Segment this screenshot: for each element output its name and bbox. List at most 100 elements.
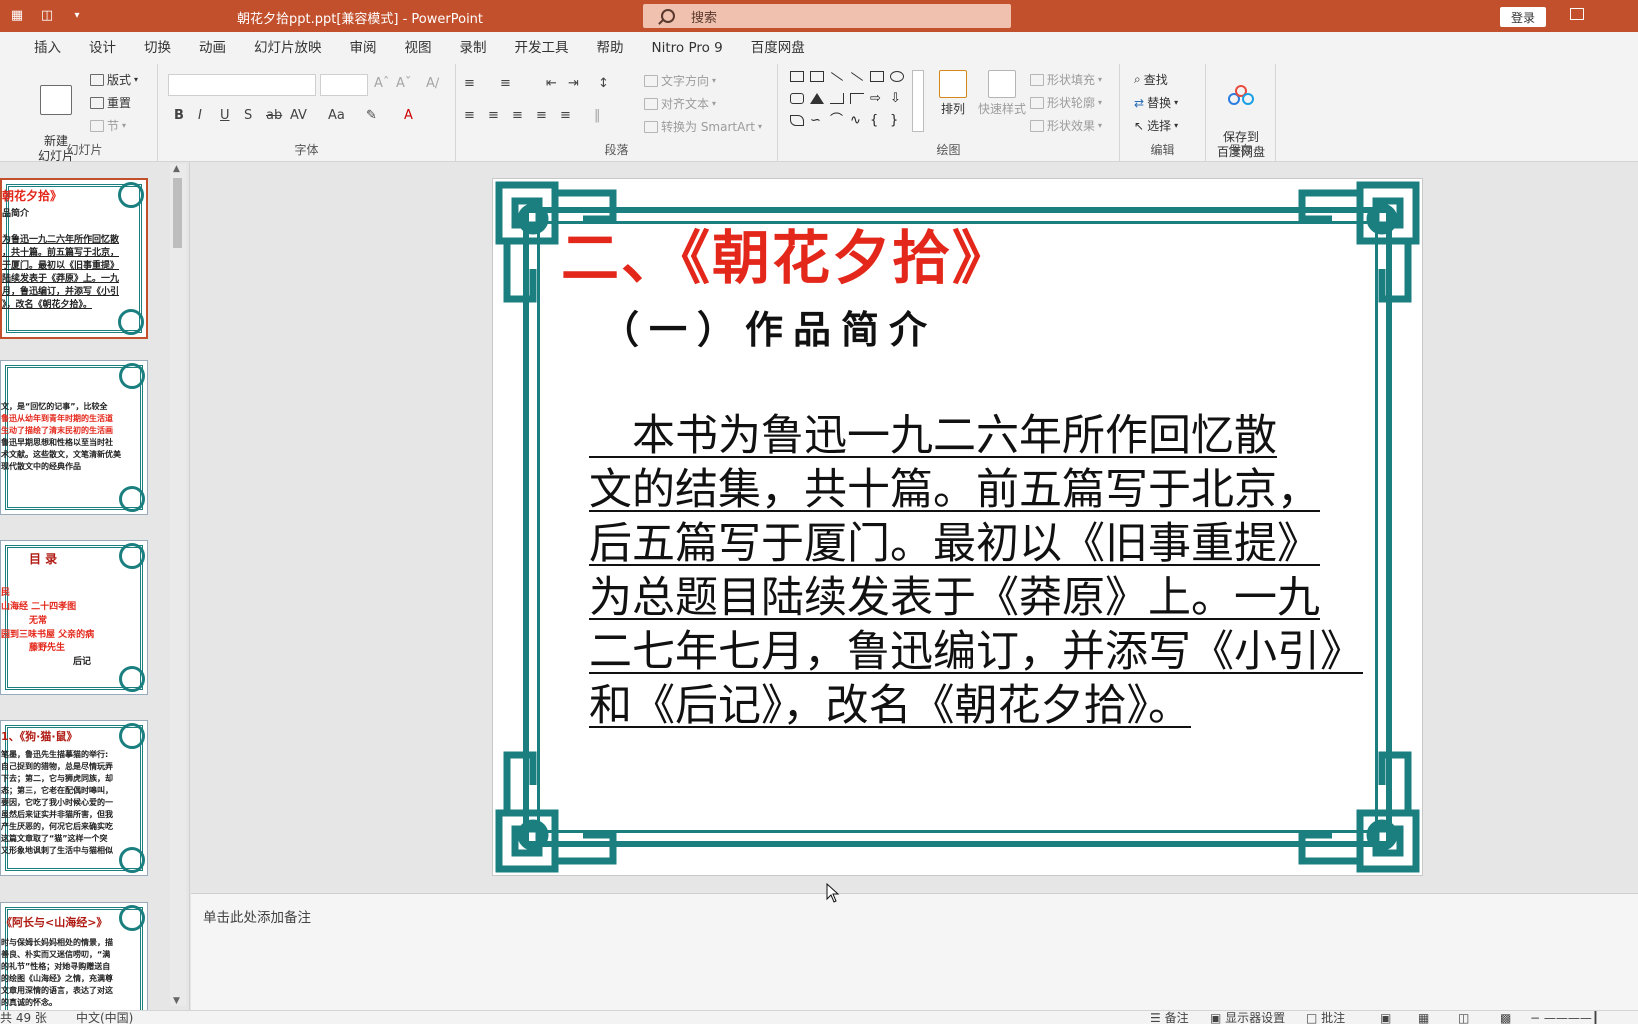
curve-shape-icon[interactable]: ∽ [810,114,824,127]
scribble-shape-icon[interactable]: ∿ [850,114,864,127]
oval-shape-icon[interactable] [890,71,904,82]
tab-record[interactable]: 录制 [446,32,501,64]
italic-icon[interactable]: I [198,108,202,123]
shape-outline-button[interactable]: 形状轮廓 ▾ [1030,94,1102,111]
tab-review[interactable]: 审阅 [336,32,391,64]
customize-qat-icon[interactable]: ▾ [68,6,86,24]
strikethrough-icon[interactable]: ab [266,108,282,123]
increase-font-icon[interactable]: Aˆ [374,76,389,91]
connector-shape-icon[interactable] [830,93,844,104]
tab-developer[interactable]: 开发工具 [501,32,583,64]
tab-design[interactable]: 设计 [75,32,130,64]
tab-help[interactable]: 帮助 [583,32,638,64]
increase-indent-icon[interactable]: ⇥ [568,76,579,91]
line-shape-icon[interactable] [830,72,844,81]
section-button[interactable]: 节 ▾ [90,117,126,134]
bullets-icon[interactable]: ≡ [464,76,475,91]
convert-smartart-button[interactable]: 转换为 SmartArt ▾ [644,118,762,135]
slide-subtitle[interactable]: （一）作品简介 [601,299,937,354]
slide-thumbnail-2[interactable]: 文，是“回忆的记事”，比较全 鲁迅从幼年到青年时期的生活道 生动了描绘了清末民初… [0,360,148,515]
comments-toggle[interactable]: □ 批注 [1306,1011,1345,1024]
scroll-up-icon[interactable]: ▲ [173,164,180,174]
text-direction-button[interactable]: 文字方向 ▾ [644,72,716,89]
arrow-down-shape-icon[interactable]: ⇩ [890,92,904,105]
quick-styles-button[interactable]: 快速样式 [974,70,1030,117]
rectangle-shape-icon[interactable] [870,71,884,82]
distributed-icon[interactable]: ≡ [560,108,571,123]
tab-slideshow[interactable]: 幻灯片放映 [240,32,336,64]
slideshow-icon[interactable]: ▩ [1500,1011,1511,1024]
elbow-shape-icon[interactable] [850,93,864,104]
notes-pane[interactable]: 单击此处添加备注 [191,893,1638,1010]
arc-shape-icon[interactable]: ⌒ [830,114,844,127]
right-brace-shape-icon[interactable]: } [890,114,904,127]
slide-body-text[interactable]: 本书为鲁迅一九二六年所作回忆散 文的结集，共十篇。前五篇写于北京， 后五篇写于厦… [589,409,1409,733]
save-icon[interactable]: ▦ [8,6,26,24]
ribbon-display-options-icon[interactable] [1570,8,1584,20]
change-case-icon[interactable]: Aa [328,108,345,123]
freeform-shape-icon[interactable] [790,115,804,126]
justify-icon[interactable]: ≡ [536,108,547,123]
columns-icon[interactable]: ‖ [594,108,601,123]
slide-thumbnail-4[interactable]: 1、《狗·猫·鼠》 笔墨，鲁迅先生描摹猫的举行: 自己捉到的猎物，总是尽情玩弄 … [0,720,148,876]
char-spacing-icon[interactable]: AV [290,108,307,123]
notes-toggle[interactable]: ☰ 备注 [1150,1011,1189,1024]
login-button[interactable]: 登录 [1500,7,1546,27]
reset-button[interactable]: 重置 [90,94,131,111]
triangle-shape-icon[interactable] [810,93,824,104]
arrange-button[interactable]: 排列 [934,70,972,117]
left-brace-shape-icon[interactable]: { [870,114,884,127]
bold-icon[interactable]: B [174,108,184,123]
normal-view-icon[interactable]: ▣ [1380,1011,1391,1024]
layout-button[interactable]: 版式 ▾ [90,71,138,88]
reading-view-icon[interactable]: ◫ [1458,1011,1469,1024]
numbering-icon[interactable]: ≡ [500,76,511,91]
find-button[interactable]: ⌕ 查找 [1134,71,1168,88]
search-box[interactable]: 搜索 [643,4,1011,28]
thumbnails-scrollbar[interactable]: ▲ ▼ [170,164,186,1006]
arrow-right-shape-icon[interactable]: ⇨ [870,92,884,105]
rounded-rect-shape-icon[interactable] [790,93,804,104]
clear-format-icon[interactable]: A∕ [426,76,439,91]
font-size-combo[interactable] [320,74,368,96]
language-indicator[interactable]: 中文(中国) [76,1011,133,1024]
slide-sorter-icon[interactable]: ▦ [1418,1011,1429,1024]
align-text-button[interactable]: 对齐文本 ▾ [644,95,716,112]
font-color-icon[interactable]: A [404,108,413,123]
textbox-shape-icon[interactable] [790,71,804,82]
tab-insert[interactable]: 插入 [20,32,75,64]
vertical-textbox-shape-icon[interactable] [810,71,824,82]
display-settings[interactable]: ▣ 显示器设置 [1210,1011,1285,1024]
shapes-gallery-scroll[interactable] [912,70,924,132]
tab-animations[interactable]: 动画 [185,32,240,64]
select-button[interactable]: ↖ 选择 ▾ [1134,117,1178,134]
tab-nitro[interactable]: Nitro Pro 9 [638,32,737,64]
shadow-icon[interactable]: S [244,108,252,123]
decrease-indent-icon[interactable]: ⇤ [546,76,557,91]
presentation-icon[interactable]: ◫ [38,6,56,24]
scrollbar-thumb[interactable] [173,178,182,248]
slide-thumbnail-5[interactable]: 《阿长与<山海经>》 时与保姆长妈妈相处的情景，描 善良、朴实而又迷信唠叨，“满… [0,902,148,1010]
tab-view[interactable]: 视图 [391,32,446,64]
align-right-icon[interactable]: ≡ [512,108,523,123]
align-left-icon[interactable]: ≡ [464,108,475,123]
tab-baidu[interactable]: 百度网盘 [737,32,819,64]
font-family-combo[interactable] [168,74,316,96]
slide-thumbnail-3[interactable]: 目 录 民 山海经 二十四孝图 无常 园到三味书屋 父亲的病 藤野先生 后记 [0,540,148,695]
line-spacing-icon[interactable]: ↕ [598,76,609,91]
current-slide[interactable]: 二、《朝花夕拾》 （一）作品简介 本书为鲁迅一九二六年所作回忆散 文的结集，共十… [492,178,1423,876]
highlight-icon[interactable]: ✎ [366,108,377,123]
shapes-gallery[interactable]: ⇨ ⇩ ∽ ⌒ ∿ { } [790,71,910,131]
line-shape-icon-2[interactable] [850,72,864,81]
decrease-font-icon[interactable]: Aˇ [396,76,411,91]
replace-button[interactable]: ⇄ 替换 ▾ [1134,94,1178,111]
tab-transitions[interactable]: 切换 [130,32,185,64]
underline-icon[interactable]: U [220,108,230,123]
slide-title[interactable]: 二、《朝花夕拾》 [561,211,1012,295]
slide-thumbnail-1[interactable]: 朝花夕拾》 品简介 为鲁迅一九二六年所作回忆散 ，共十篇。前五篇写于北京， 于厦… [0,178,148,339]
align-center-icon[interactable]: ≡ [488,108,499,123]
scroll-down-icon[interactable]: ▼ [173,996,180,1006]
shape-effects-button[interactable]: 形状效果 ▾ [1030,117,1102,134]
shape-fill-button[interactable]: 形状填充 ▾ [1030,71,1102,88]
zoom-slider[interactable]: − ————┃ [1530,1011,1599,1024]
